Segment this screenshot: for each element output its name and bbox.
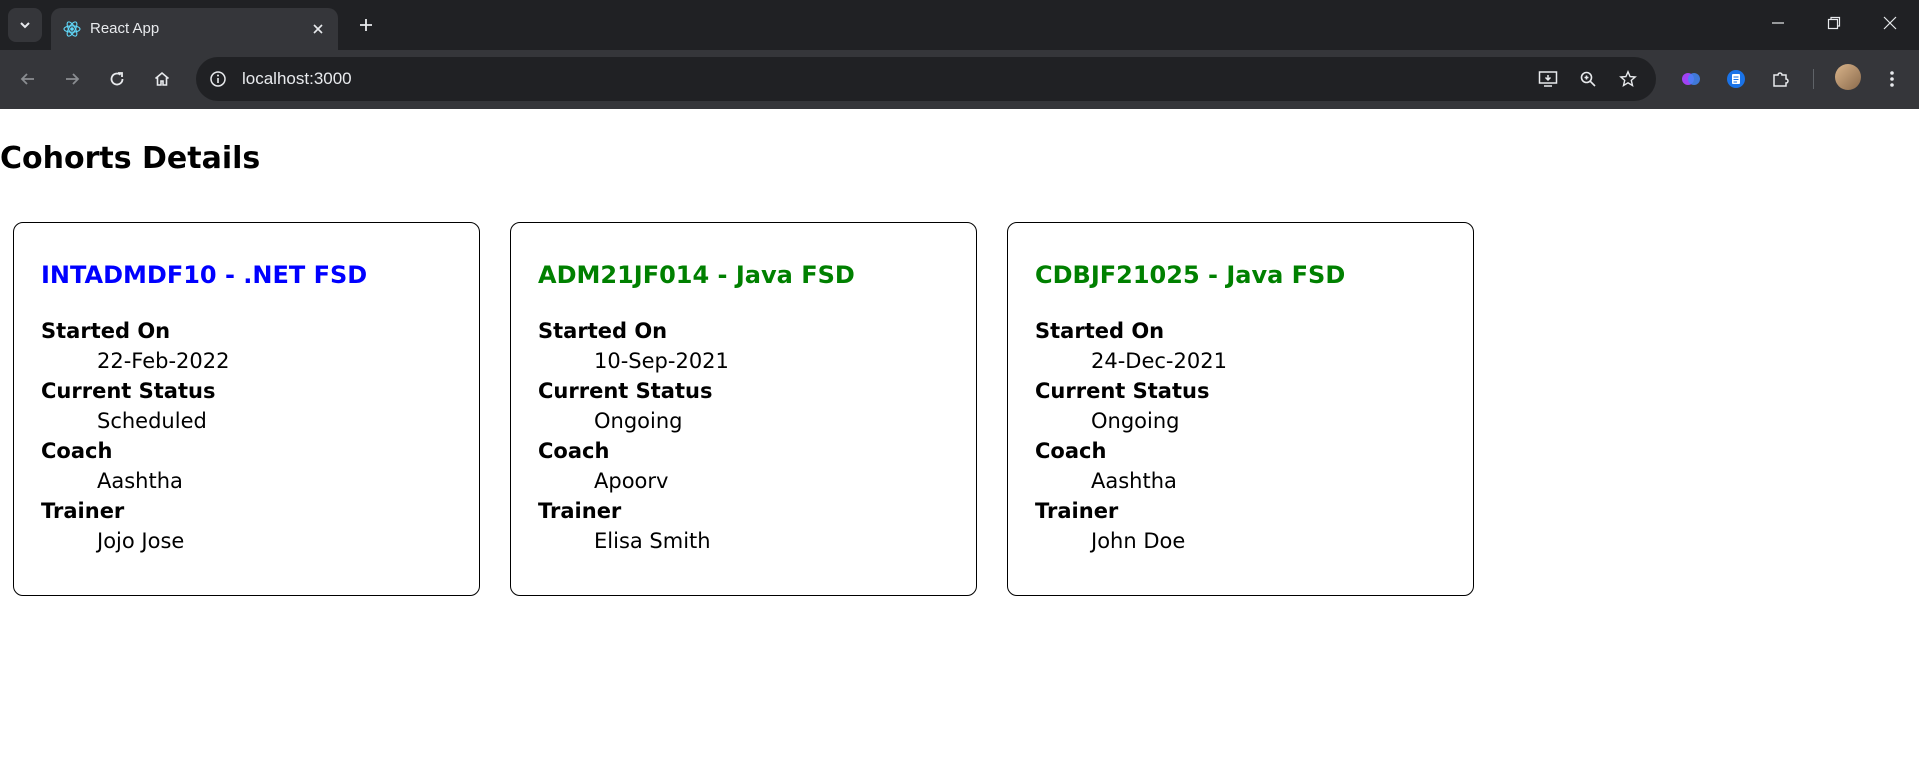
- forward-button[interactable]: [56, 63, 88, 95]
- coach-value: Apoorv: [594, 469, 669, 493]
- star-icon: [1619, 70, 1637, 87]
- brain-extension-icon: [1682, 73, 1700, 85]
- browser-menu-button[interactable]: [1878, 64, 1906, 94]
- profile-avatar[interactable]: [1835, 64, 1861, 90]
- cohort-title: INTADMDF10 - .NET FSD: [41, 261, 368, 289]
- home-icon: [154, 71, 170, 86]
- tab-strip: React App: [0, 0, 1919, 50]
- cohort-details: Started On 10-Sep-2021 Current Status On…: [538, 316, 729, 556]
- close-icon: [1883, 16, 1897, 30]
- cohort-details: Started On 24-Dec-2021 Current Status On…: [1035, 316, 1227, 556]
- more-vertical-icon: [1890, 71, 1894, 87]
- cohort-card: ADM21JF014 - Java FSD Started On 10-Sep-…: [510, 222, 977, 596]
- page-title: Cohorts Details: [0, 141, 261, 176]
- minimize-button[interactable]: [1750, 0, 1806, 46]
- coach-label: Coach: [41, 439, 113, 463]
- current-status-value: Scheduled: [97, 409, 207, 433]
- react-logo-icon: [63, 21, 81, 37]
- cohort-card: INTADMDF10 - .NET FSD Started On 22-Feb-…: [13, 222, 480, 596]
- cohort-card: CDBJF21025 - Java FSD Started On 24-Dec-…: [1007, 222, 1474, 596]
- new-tab-button[interactable]: [352, 11, 380, 39]
- current-status-value: Ongoing: [1091, 409, 1180, 433]
- puzzle-icon: [1773, 72, 1789, 87]
- extensions-button[interactable]: [1766, 64, 1796, 94]
- extension-button-1[interactable]: [1676, 64, 1706, 94]
- document-extension-icon: [1727, 70, 1745, 88]
- trainer-label: Trainer: [1035, 499, 1119, 523]
- current-status-label: Current Status: [538, 379, 713, 403]
- minimize-icon: [1772, 22, 1784, 24]
- extension-button-2[interactable]: [1721, 64, 1751, 94]
- browser-chrome: React App localhost:3000: [0, 0, 1919, 109]
- back-button[interactable]: [12, 63, 44, 95]
- trainer-label: Trainer: [538, 499, 622, 523]
- arrow-right-icon: [66, 73, 80, 85]
- coach-label: Coach: [1035, 439, 1107, 463]
- trainer-label: Trainer: [41, 499, 125, 523]
- restore-button[interactable]: [1806, 0, 1862, 46]
- trainer-value: Elisa Smith: [594, 529, 711, 553]
- current-status-value: Ongoing: [594, 409, 683, 433]
- browser-toolbar: localhost:3000: [0, 50, 1919, 109]
- trainer-value: Jojo Jose: [97, 529, 185, 553]
- started-on-label: Started On: [1035, 319, 1165, 343]
- arrow-left-icon: [20, 73, 34, 85]
- trainer-value: John Doe: [1091, 529, 1186, 553]
- zoom-button[interactable]: [1573, 65, 1603, 93]
- tab-search-button[interactable]: [8, 8, 42, 42]
- started-on-value: 22-Feb-2022: [97, 349, 230, 373]
- bookmark-button[interactable]: [1613, 65, 1643, 93]
- install-app-button[interactable]: [1533, 65, 1563, 93]
- tab-title: React App: [90, 20, 160, 37]
- coach-value: Aashtha: [97, 469, 183, 493]
- close-tab-button[interactable]: [306, 17, 330, 41]
- restore-icon: [1827, 16, 1841, 30]
- coach-label: Coach: [538, 439, 610, 463]
- started-on-label: Started On: [41, 319, 171, 343]
- close-window-button[interactable]: [1862, 0, 1918, 46]
- home-button[interactable]: [146, 63, 178, 95]
- started-on-value: 10-Sep-2021: [594, 349, 729, 373]
- plus-icon: [360, 19, 372, 31]
- reload-button[interactable]: [101, 63, 133, 95]
- started-on-label: Started On: [538, 319, 668, 343]
- close-icon: [313, 24, 323, 34]
- cohort-title: ADM21JF014 - Java FSD: [538, 261, 855, 289]
- page-content: Cohorts Details INTADMDF10 - .NET FSD St…: [0, 109, 1919, 764]
- zoom-icon: [1580, 71, 1596, 87]
- reload-icon: [110, 72, 124, 86]
- tab-active[interactable]: React App: [51, 8, 338, 50]
- url-text[interactable]: localhost:3000: [242, 69, 352, 89]
- site-info-button[interactable]: [204, 65, 232, 93]
- info-icon: [210, 71, 226, 87]
- address-bar[interactable]: localhost:3000: [196, 57, 1656, 101]
- install-app-icon: [1538, 71, 1558, 87]
- cohort-title: CDBJF21025 - Java FSD: [1035, 261, 1346, 289]
- current-status-label: Current Status: [41, 379, 216, 403]
- chevron-down-icon: [20, 22, 30, 29]
- current-status-label: Current Status: [1035, 379, 1210, 403]
- started-on-value: 24-Dec-2021: [1091, 349, 1227, 373]
- coach-value: Aashtha: [1091, 469, 1177, 493]
- toolbar-separator: [1813, 69, 1814, 89]
- cohort-details: Started On 22-Feb-2022 Current Status Sc…: [41, 316, 230, 556]
